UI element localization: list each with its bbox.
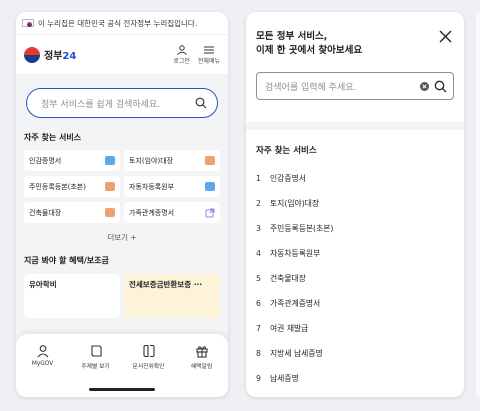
- benefits-title: 지금 봐야 할 혜택/보조금: [24, 256, 109, 265]
- logo-mark-icon: [24, 46, 40, 63]
- document-icon: [105, 182, 115, 191]
- document-icon: [105, 208, 115, 217]
- next-screen-edge: [476, 12, 480, 397]
- korea-flag-icon: [22, 19, 34, 27]
- benefit-card-deposit-guarantee[interactable]: 전세보증금반환보증 ···: [124, 274, 220, 318]
- search-screen-title: 모든 정부 서비스, 이제 한 곳에서 찾아보세요: [256, 30, 454, 58]
- search-input[interactable]: 정부 서비스를 쉽게 검색하세요.: [26, 88, 218, 118]
- service-card-building-register[interactable]: 건축물대장: [24, 202, 120, 223]
- service-card-vehicle-register[interactable]: 자동차등록원부: [124, 176, 220, 197]
- gift-icon: [195, 346, 208, 358]
- close-icon[interactable]: [439, 30, 452, 43]
- list-item[interactable]: 7 여권 재발급: [256, 316, 454, 341]
- top-bar: 정부24 로그인 전체메뉴: [16, 34, 228, 74]
- service-card-resident-registration[interactable]: 주민등록등본(초본): [24, 176, 120, 197]
- list-item[interactable]: 1 인감증명서: [256, 166, 454, 191]
- list-item[interactable]: 5 건축물대장: [256, 266, 454, 291]
- book-icon: [90, 345, 102, 357]
- menu-button[interactable]: 전체메뉴: [198, 45, 220, 65]
- frequent-services-grid: 인감증명서 토지(임야)대장 주민등록등본(초본) 자동차등록원부 건축물대장 …: [24, 150, 220, 223]
- external-link-icon: [205, 208, 215, 217]
- main-screen: 이 누리집은 대한민국 공식 전자정부 누리집입니다. 정부24 로그인 전체메…: [16, 12, 228, 397]
- search-screen: 모든 정부 서비스, 이제 한 곳에서 찾아보세요 검색어를 입력해 주세요. …: [246, 12, 464, 397]
- service-card-land-register[interactable]: 토지(임야)대장: [124, 150, 220, 171]
- clear-icon[interactable]: [420, 81, 429, 91]
- title-line-2: 이제 한 곳에서 찾아보세요: [256, 45, 363, 56]
- home-indicator: [89, 388, 155, 391]
- frequent-services-title: 자주 찾는 서비스: [24, 133, 82, 142]
- bottom-nav: MyGOV 주제별 보기 문서진위확인 혜택알림: [16, 334, 228, 397]
- benefits-grid: 유아학비 전세보증금반환보증 ···: [24, 274, 220, 318]
- list-item[interactable]: 2 토지(임야)대장: [256, 191, 454, 216]
- more-button[interactable]: 더보기 +: [16, 232, 228, 243]
- service-card-family-certificate[interactable]: 가족관계증명서: [124, 202, 220, 223]
- gov-banner-text: 이 누리집은 대한민국 공식 전자정부 누리집입니다.: [38, 18, 198, 28]
- section-divider: [246, 122, 464, 130]
- search-field[interactable]: 검색어를 입력해 주세요.: [256, 72, 454, 100]
- document-icon: [142, 344, 155, 358]
- nav-benefit-alerts[interactable]: 혜택알림: [178, 344, 226, 370]
- login-label: 로그인: [173, 57, 190, 65]
- nav-mygov[interactable]: MyGOV: [19, 344, 67, 370]
- logo-prefix: 정부: [44, 51, 63, 62]
- service-card-seal-certificate[interactable]: 인감증명서: [24, 150, 120, 171]
- gov24-logo[interactable]: 정부24: [24, 46, 77, 63]
- user-icon: [37, 345, 48, 358]
- list-item[interactable]: 6 가족관계증명서: [256, 291, 454, 316]
- frequent-services-list: 1 인감증명서 2 토지(임야)대장 3 주민등록등본(초본) 4 자동차등록원부 5건…: [256, 166, 454, 391]
- list-item[interactable]: 3 주민등록등본(초본): [256, 216, 454, 241]
- nav-document-verify[interactable]: 문서진위확인: [125, 344, 173, 370]
- search-field-placeholder: 검색어를 입력해 주세요.: [265, 82, 357, 93]
- search-icon[interactable]: [434, 80, 447, 93]
- login-button[interactable]: 로그인: [173, 44, 190, 65]
- person-icon: [176, 44, 187, 55]
- search-icon[interactable]: [195, 97, 207, 109]
- hamburger-icon: [203, 46, 214, 53]
- benefit-card-childcare[interactable]: 유아학비: [24, 274, 120, 318]
- list-item[interactable]: 4 자동차등록원부: [256, 241, 454, 266]
- logo-number: 24: [62, 51, 77, 62]
- document-icon: [105, 156, 115, 165]
- search-placeholder: 정부 서비스를 쉽게 검색하세요.: [41, 99, 161, 110]
- document-icon: [205, 156, 215, 165]
- nav-topics[interactable]: 주제별 보기: [72, 344, 120, 370]
- frequent-services-title: 자주 찾는 서비스: [256, 146, 317, 156]
- gov-banner[interactable]: 이 누리집은 대한민국 공식 전자정부 누리집입니다.: [16, 12, 228, 34]
- menu-label: 전체메뉴: [197, 57, 220, 65]
- list-item[interactable]: 8 지방세 납세증명: [256, 341, 454, 366]
- title-line-1: 모든 정부 서비스,: [256, 31, 328, 42]
- list-item[interactable]: 9 납세증명: [256, 366, 454, 391]
- document-icon: [205, 182, 215, 191]
